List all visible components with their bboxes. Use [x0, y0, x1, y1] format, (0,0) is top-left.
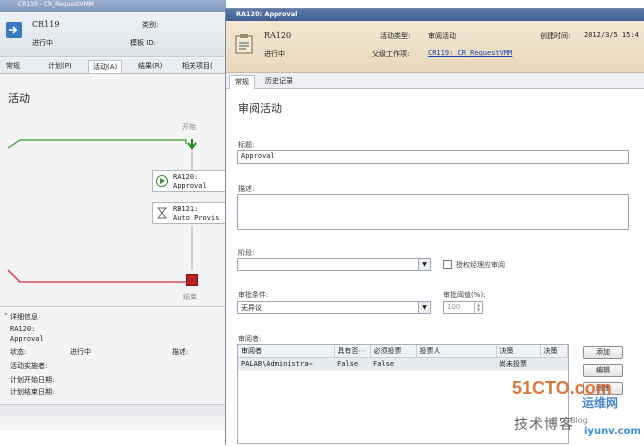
flow-end-label: 结束 — [183, 293, 197, 301]
flow-item-approval-name: Approval — [173, 182, 207, 190]
background-window-title: CR119 - CR_RequestVMM — [18, 1, 94, 8]
background-item-name: CR119 — [32, 20, 60, 29]
chevron-down-icon[interactable]: ▼ — [418, 259, 430, 270]
threshold-label: 审批阈值(%): — [443, 291, 486, 299]
review-activity-icon — [234, 33, 256, 55]
template-id-label: 模板 ID: — [130, 39, 157, 47]
details-heading: 详细信息 — [10, 313, 38, 321]
approval-condition-label: 审批条件: — [238, 291, 269, 299]
bg-tab-general[interactable]: 常规 — [2, 60, 24, 73]
details-desc-label: 描述: — [172, 348, 189, 356]
background-window: CR119 - CR_RequestVMM CR119 进行中 类别: 模板 I… — [0, 0, 226, 430]
parent-item-label: 父级工作项: — [372, 50, 410, 58]
voter-cell — [416, 357, 496, 371]
details-name: Approval — [10, 335, 44, 343]
column-header[interactable]: 具有否⋯ — [334, 345, 371, 358]
watermark-overlay: 运维网 — [582, 396, 619, 410]
background-tabbar: 常规 计划(P) 活动(A) 结果(R) 相关项目( — [0, 58, 226, 74]
details-id: RA120: — [10, 325, 36, 333]
background-titlebar: CR119 - CR_RequestVMM — [0, 0, 226, 12]
title-field[interactable]: Approval — [237, 150, 629, 164]
approval-condition-value: 无异议 — [241, 304, 262, 312]
column-header[interactable]: 决策 — [496, 345, 541, 358]
column-header[interactable]: 决策 — [540, 345, 568, 358]
column-header[interactable]: 投票人 — [416, 345, 497, 358]
bg-tab-results[interactable]: 结果(R) — [134, 60, 166, 73]
reviewers-label: 审阅者: — [238, 335, 262, 343]
watermark-blog-tag: Blog — [570, 416, 588, 425]
watermark-subtitle: 技术博客 — [514, 417, 574, 433]
background-item-status: 进行中 — [32, 39, 53, 47]
section-title: 审阅活动 — [238, 102, 282, 115]
flow-item-auto-provision[interactable]: RB121: Auto Provis — [152, 202, 226, 224]
collapse-chevron-icon[interactable]: ⌃ — [3, 312, 9, 320]
must-vote-cell: False — [370, 357, 416, 371]
parent-item-link[interactable]: CR119: CR_RequestVMM — [428, 49, 512, 57]
flow-item-auto-provision-name: Auto Provis — [173, 214, 220, 222]
change-request-icon — [6, 22, 22, 38]
flow-item-approval[interactable]: RA120: Approval — [152, 170, 226, 192]
description-field[interactable] — [237, 194, 629, 230]
details-plan-end-label: 计划结束日期: — [10, 388, 55, 396]
details-status-value: 进行中 — [70, 348, 91, 356]
bg-tab-related[interactable]: 相关项目( — [178, 60, 217, 73]
description-label: 描述: — [238, 185, 255, 193]
title-label: 标题: — [238, 141, 255, 149]
start-arrow-icon — [186, 138, 198, 150]
add-reviewer-button[interactable]: 添加 — [583, 346, 623, 359]
tab-general[interactable]: 常规 — [229, 75, 255, 89]
bg-tab-plan[interactable]: 计划(P) — [44, 60, 76, 73]
threshold-stepper[interactable]: 100 ▲ ▼ — [443, 301, 483, 314]
stop-icon — [186, 274, 198, 286]
dialog-item-name: RA120 — [264, 31, 292, 40]
stepper-arrows-icon[interactable]: ▲ ▼ — [474, 302, 482, 313]
manager-review-label: 授权经理应审阅 — [456, 261, 505, 269]
activity-type-value: 审阅活动 — [428, 32, 456, 40]
table-row[interactable]: PALAB\Administra⋯ False False 尚未投票 — [238, 357, 568, 371]
reviewer-cell: PALAB\Administra⋯ — [238, 357, 334, 371]
details-status-label: 状态: — [10, 348, 27, 356]
background-header: CR119 进行中 类别: 模板 ID: — [0, 12, 226, 57]
approval-condition-dropdown[interactable]: 无异议 ▼ — [237, 301, 431, 314]
details-implementer-label: 活动实施者: — [10, 362, 48, 370]
dialog-window-title: RA120: Approval — [236, 10, 298, 18]
created-time-label: 创建时间: — [540, 32, 571, 40]
has-veto-cell: False — [334, 357, 370, 371]
created-time-value: 2012/3/5 15:4 — [584, 31, 639, 39]
dialog-header: RA120 进行中 活动类型: 审阅活动 父级工作项: CR119: CR_Re… — [226, 21, 644, 73]
reviewers-table-header: 审阅者 具有否⋯ 必须投票 投票人 决策 决策 — [238, 345, 568, 358]
bg-tab-activities[interactable]: 活动(A) — [88, 60, 123, 73]
flow-item-approval-id: RA120: — [173, 173, 199, 181]
dialog-titlebar: RA120: Approval — [226, 9, 644, 21]
watermark-url: iyunv.com — [584, 426, 641, 437]
details-plan-start-label: 计划开始日期: — [10, 376, 55, 384]
decision-cell-2 — [540, 357, 568, 371]
activity-type-label: 活动类型: — [380, 32, 411, 40]
site-watermark: 51CTO.com 运维网 技术博客 Blog iyunv.com — [508, 376, 644, 442]
column-header[interactable]: 审阅者 — [238, 345, 335, 358]
flow-start-line — [7, 139, 187, 149]
dialog-tabbar: 常规 历史记录 — [226, 73, 644, 89]
chevron-down-icon[interactable]: ▼ — [418, 302, 430, 313]
tab-history[interactable]: 历史记录 — [260, 75, 298, 89]
hourglass-icon — [156, 207, 168, 219]
flow-item-auto-provision-id: RB121: — [173, 205, 199, 213]
manager-review-checkbox[interactable] — [443, 260, 452, 269]
threshold-value: 100 — [447, 303, 461, 311]
flow-end-line — [7, 269, 186, 283]
play-icon — [156, 175, 168, 187]
stage-dropdown[interactable]: ▼ — [237, 258, 431, 271]
column-header[interactable]: 必须投票 — [370, 345, 417, 358]
background-scrollbar[interactable] — [0, 404, 226, 416]
decision-cell: 尚未投票 — [496, 357, 540, 371]
activity-heading: 活动 — [8, 92, 30, 105]
details-section: ⌃ 详细信息 RA120: Approval 状态: 进行中 描述: 活动实施者… — [0, 306, 226, 410]
category-label: 类别: — [142, 21, 159, 29]
stage-label: 阶段: — [238, 249, 255, 257]
dialog-item-status: 进行中 — [264, 50, 285, 58]
